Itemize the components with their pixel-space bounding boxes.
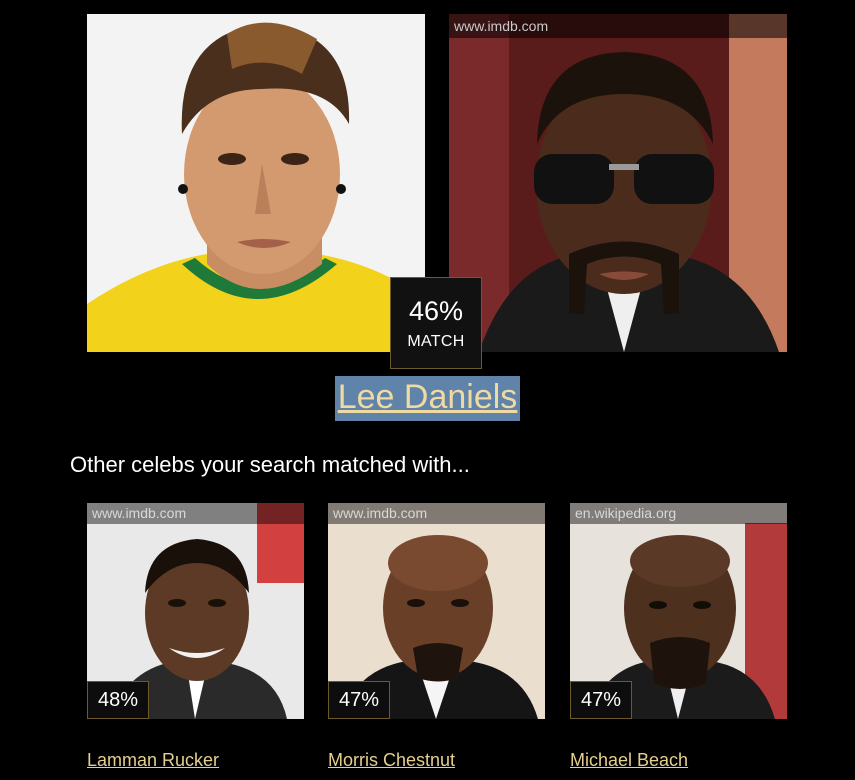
match-percent: 46% — [408, 296, 464, 326]
other-celeb-photo-3[interactable]: en.wikipedia.org 47% — [570, 503, 787, 719]
matched-celeb-photo[interactable]: www.imdb.com — [449, 14, 787, 352]
other-celeb-source-3: en.wikipedia.org — [570, 503, 787, 524]
celeb-photo-source: www.imdb.com — [449, 14, 787, 38]
other-celeb-source-1: www.imdb.com — [87, 503, 304, 524]
face-match-results: www.imdb.com 46% MATCH Lee Daniels Other… — [0, 0, 855, 780]
other-celebs-heading: Other celebs your search matched with... — [70, 452, 470, 477]
other-celeb-name-2[interactable]: Morris Chestnut — [328, 750, 455, 771]
other-celeb-name-3[interactable]: Michael Beach — [570, 750, 688, 771]
celeb-name-row: Lee Daniels — [0, 376, 855, 421]
user-uploaded-photo — [87, 14, 425, 352]
other-celeb-percent-1: 48% — [87, 681, 149, 719]
other-celeb-percent-3: 47% — [570, 681, 632, 719]
other-celeb-photo-1[interactable]: www.imdb.com 48% — [87, 503, 304, 719]
other-celeb-percent-2: 47% — [328, 681, 390, 719]
match-label: MATCH — [407, 333, 465, 350]
celeb-name-link[interactable]: Lee Daniels — [334, 376, 521, 421]
other-celeb-source-2: www.imdb.com — [328, 503, 545, 524]
other-celeb-photo-2[interactable]: www.imdb.com 47% — [328, 503, 545, 719]
match-percentage-badge: 46% MATCH — [390, 277, 482, 369]
other-celeb-name-1[interactable]: Lamman Rucker — [87, 750, 219, 771]
